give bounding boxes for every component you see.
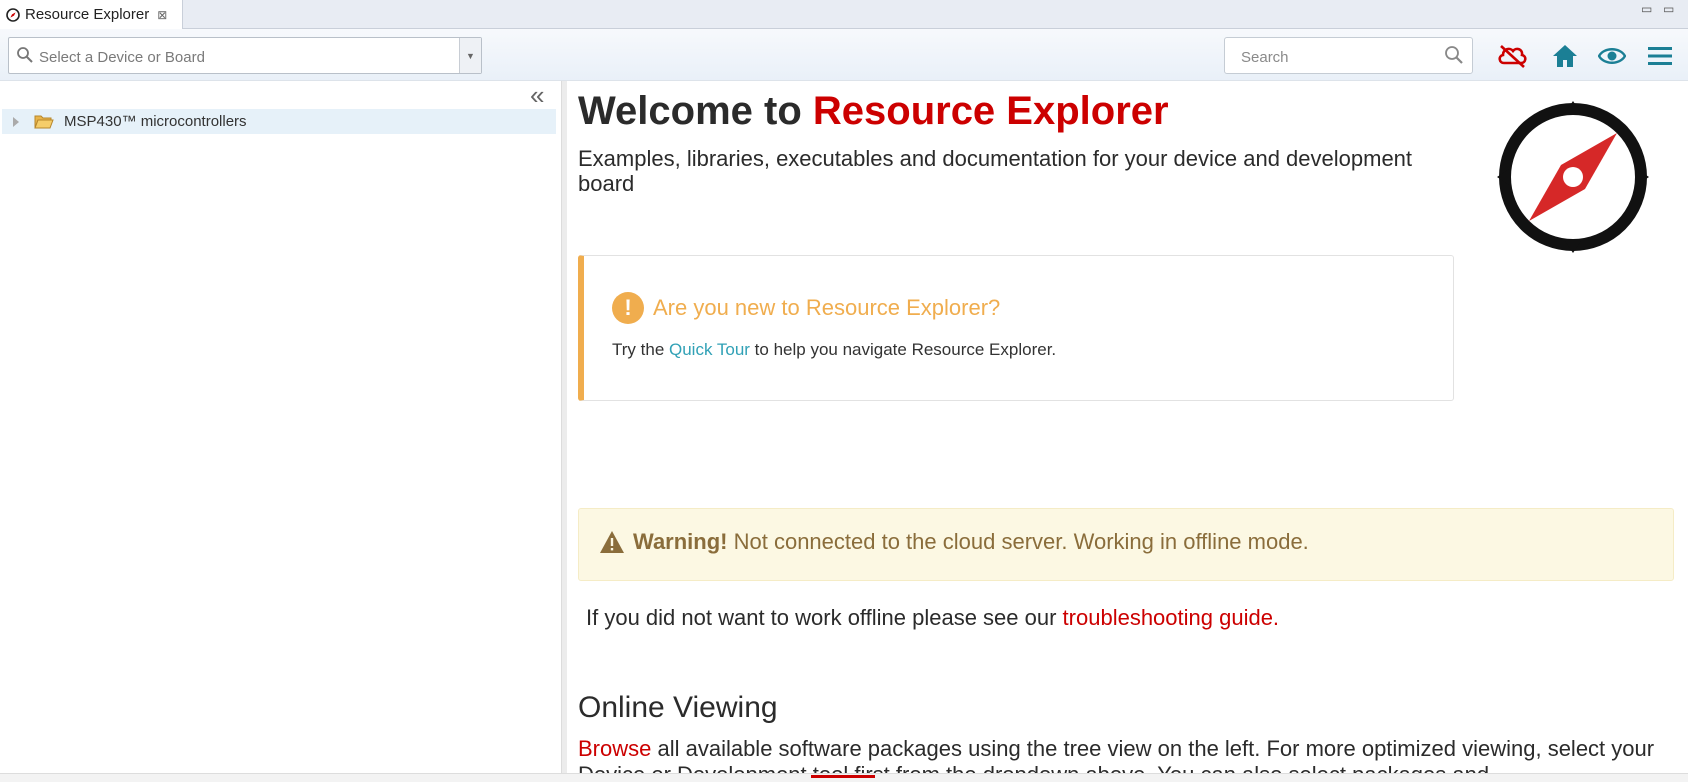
troubleshooting-link[interactable]: troubleshooting guide. (1063, 605, 1280, 630)
welcome-accent: Resource Explorer (812, 89, 1169, 133)
page-title: Welcome to Resource Explorer (578, 89, 1169, 134)
online-viewing-heading: Online Viewing (578, 691, 778, 724)
eye-icon[interactable] (1596, 41, 1628, 71)
search-icon[interactable] (1444, 45, 1464, 65)
device-board-select[interactable]: ▼ (8, 37, 482, 74)
warning-text: Not connected to the cloud server. Worki… (727, 529, 1309, 554)
collapse-panel-icon[interactable]: « (530, 81, 544, 109)
menu-icon[interactable] (1644, 41, 1676, 71)
compass-icon (6, 7, 20, 22)
welcome-prefix: Welcome to (578, 89, 813, 133)
tab-resource-explorer[interactable]: Resource Explorer ⊠ (0, 0, 183, 29)
offline-text: If you did not want to work offline plea… (586, 605, 1063, 630)
exclamation-icon: ! (612, 292, 644, 324)
home-icon[interactable] (1549, 41, 1581, 71)
minimize-icon[interactable]: ▭ (1641, 2, 1652, 16)
resource-tree-pane: « MSP430™ microcontrollers (0, 81, 561, 781)
chevron-down-icon[interactable]: ▼ (459, 38, 481, 73)
tree-item-label: MSP430™ microcontrollers (64, 113, 247, 130)
quick-tour-link[interactable]: Quick Tour (669, 340, 750, 359)
editor-tab-bar: Resource Explorer ⊠ ▭ ▭ (0, 0, 1688, 29)
page-subtitle: Examples, libraries, executables and doc… (578, 146, 1413, 196)
expand-arrow-icon[interactable] (13, 116, 19, 127)
close-icon[interactable]: ⊠ (157, 8, 167, 22)
folder-open-icon (34, 115, 54, 128)
warning-icon (600, 531, 624, 553)
toolbar: ▼ (0, 29, 1688, 81)
welcome-content: Welcome to Resource Explorer Examples, l… (578, 81, 1678, 781)
progress-indicator (811, 775, 875, 778)
browse-link[interactable]: Browse (578, 736, 651, 761)
search-input[interactable] (1239, 44, 1443, 70)
tour-text-after: to help you navigate Resource Explorer. (749, 340, 1057, 359)
device-select-input[interactable] (37, 44, 461, 70)
search-icon (17, 47, 33, 63)
tour-title: Are you new to Resource Explorer? (653, 295, 1001, 320)
tree-item-msp430[interactable]: MSP430™ microcontrollers (2, 109, 556, 134)
tour-text: Try the Quick Tour to help you navigate … (612, 340, 1056, 360)
warning-label: Warning! (633, 529, 728, 554)
tour-text-before: Try the (612, 340, 669, 359)
maximize-icon[interactable]: ▭ (1663, 2, 1674, 16)
cloud-offline-icon[interactable] (1496, 41, 1528, 71)
tour-header: ! Are you new to Resource Explorer? (612, 292, 1000, 324)
pane-splitter[interactable] (561, 81, 567, 781)
compass-logo-icon (1497, 101, 1649, 253)
offline-help-text: If you did not want to work offline plea… (586, 605, 1279, 631)
tab-title: Resource Explorer (25, 6, 150, 23)
quick-tour-callout: ! Are you new to Resource Explorer? Try … (578, 255, 1454, 401)
offline-warning-alert: Warning! Not connected to the cloud serv… (578, 508, 1674, 581)
search-box[interactable] (1224, 37, 1473, 74)
